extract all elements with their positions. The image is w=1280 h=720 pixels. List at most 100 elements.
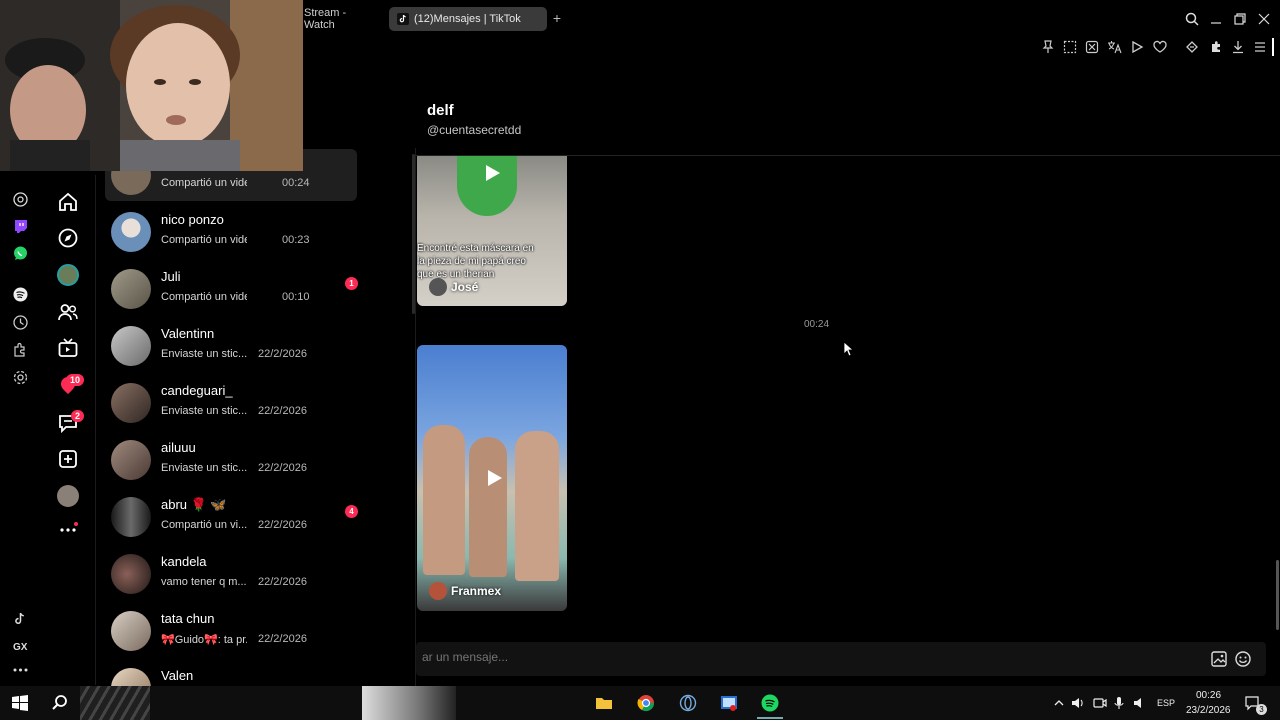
chat-contact-handle[interactable]: @cuentasecretdd	[427, 123, 521, 137]
conversation-name: abru 🌹 🦋	[161, 497, 227, 512]
webcam-overlay	[0, 0, 303, 171]
download-icon[interactable]	[1230, 39, 1246, 55]
conversation-time: 22/2/2026	[258, 405, 307, 417]
search-icon[interactable]	[1184, 11, 1200, 27]
author-avatar	[429, 278, 447, 296]
conversation-time: 22/2/2026	[258, 462, 307, 474]
twitch-icon[interactable]	[12, 218, 29, 235]
messages-badge: 2	[71, 410, 85, 422]
pin-icon[interactable]	[1040, 39, 1056, 55]
search-icon[interactable]	[51, 694, 69, 712]
conversation-valen[interactable]: Valen	[105, 662, 357, 686]
conversation-abru[interactable]: abru 🌹 🦋 Compartió un vi... 22/2/2026 4	[105, 491, 358, 543]
close-icon[interactable]	[1256, 11, 1272, 27]
conversation-juli[interactable]: Juli Compartió un video 00:10 1	[105, 263, 358, 315]
emoji-icon[interactable]	[1234, 650, 1252, 668]
conversation-name: nico ponzo	[161, 212, 224, 227]
conversation-snippet: Enviaste un stic...	[161, 462, 247, 474]
avatar	[111, 611, 151, 651]
video-caption: Encontré esta máscara en la pieza de mi …	[417, 242, 567, 281]
video-author: José	[429, 278, 478, 296]
author-avatar	[429, 582, 447, 600]
new-tab-button[interactable]: +	[549, 10, 565, 26]
language-indicator[interactable]: ESP	[1157, 698, 1175, 708]
whatsapp-icon[interactable]	[12, 245, 29, 262]
clock-date[interactable]: 23/2/2026	[1186, 705, 1231, 716]
heart-icon[interactable]	[1152, 39, 1168, 55]
upload-icon[interactable]	[57, 448, 79, 470]
explore-icon[interactable]	[57, 227, 79, 249]
file-explorer-icon[interactable]	[595, 694, 613, 712]
volume-icon[interactable]	[1071, 694, 1085, 712]
conversation-kandela[interactable]: kandela vamo tener q m... 22/2/2026	[105, 548, 357, 600]
shared-video-card[interactable]: Encontré esta máscara en la pieza de mi …	[417, 156, 567, 306]
author-name: José	[451, 280, 479, 294]
home-icon[interactable]	[57, 191, 79, 213]
conversation-name: kandela	[161, 554, 207, 569]
chevron-up-icon[interactable]	[1053, 694, 1065, 712]
profile-icon[interactable]	[57, 485, 79, 507]
speaker-icon[interactable]	[1133, 694, 1147, 712]
play-icon	[486, 165, 500, 181]
app-icon[interactable]	[679, 694, 697, 712]
extensions-icon[interactable]	[1184, 39, 1200, 55]
player-icon[interactable]	[1129, 39, 1145, 55]
list-scrollbar[interactable]	[412, 154, 415, 314]
menu-icon[interactable]	[1252, 39, 1268, 55]
chatgpt-icon[interactable]	[12, 191, 29, 208]
conversation-ailuuu[interactable]: ailuuu Enviaste un stic... 22/2/2026	[105, 434, 357, 486]
avatar	[111, 668, 151, 686]
blocker-icon[interactable]	[1084, 39, 1100, 55]
more-icon[interactable]	[57, 519, 79, 541]
conversation-snippet: Enviaste un stic...	[161, 348, 247, 360]
clock-time[interactable]: 00:26	[1196, 690, 1221, 701]
history-icon[interactable]	[12, 314, 29, 331]
camera-icon[interactable]	[1093, 694, 1107, 712]
spotify-icon[interactable]	[761, 694, 779, 712]
message-composer	[416, 642, 1266, 676]
conversation-nico-ponzo[interactable]: nico ponzo Compartió un video 00:23	[105, 206, 357, 258]
puzzle-icon[interactable]	[1208, 39, 1224, 55]
friends-icon[interactable]	[57, 301, 79, 323]
webcam-video	[0, 0, 303, 171]
image-attach-icon[interactable]	[1210, 650, 1228, 668]
avatar-icon[interactable]	[57, 264, 79, 286]
avatar	[111, 269, 151, 309]
avatar	[111, 383, 151, 423]
minimize-icon[interactable]	[1208, 11, 1224, 27]
extensions-icon[interactable]	[12, 341, 29, 358]
play-icon	[488, 470, 502, 486]
conversation-valentinn[interactable]: Valentinn Enviaste un stic... 22/2/2026	[105, 320, 357, 372]
shared-video-card[interactable]: Franmex	[417, 345, 567, 611]
translate-icon[interactable]	[1106, 39, 1122, 55]
gx-logo[interactable]: GX	[13, 642, 27, 653]
caption-line: Encontré esta máscara en	[417, 243, 534, 254]
tab-title: (12)Mensajes | TikTok	[414, 13, 521, 25]
chrome-icon[interactable]	[637, 694, 655, 712]
chat-contact-name[interactable]: delf	[427, 102, 454, 119]
conversation-snippet: Enviaste un stic...	[161, 405, 247, 417]
more-icon[interactable]	[12, 666, 29, 674]
recorder-icon[interactable]	[720, 694, 738, 712]
microphone-icon[interactable]	[1113, 694, 1125, 712]
chat-scrollbar[interactable]	[1276, 560, 1279, 630]
live-icon[interactable]	[57, 337, 79, 359]
snapshot-icon[interactable]	[1062, 39, 1078, 55]
conversation-candeguari[interactable]: candeguari_ Enviaste un stic... 22/2/202…	[105, 377, 357, 429]
message-input[interactable]	[422, 650, 1122, 664]
tab-tiktok-messages[interactable]: (12)Mensajes | TikTok	[389, 7, 547, 31]
video-thumbnail-figure	[423, 425, 465, 575]
avatar	[111, 554, 151, 594]
activity-badge: 10	[66, 374, 85, 386]
windows-start-icon[interactable]	[11, 694, 29, 712]
tab-stream-watch[interactable]: Stream - Watch	[296, 7, 384, 31]
spotify-icon[interactable]	[12, 286, 29, 303]
conversation-snippet: Compartió un video	[161, 234, 247, 246]
restore-icon[interactable]	[1232, 11, 1248, 27]
gx-sidebar: GX	[0, 175, 40, 685]
conversation-list: delf Compartió un video 00:24 nico ponzo…	[97, 148, 416, 686]
conversation-tata-chun[interactable]: tata chun 🎀Guido🎀: ta pr... 22/2/2026	[105, 605, 357, 657]
tiktok-icon[interactable]	[13, 612, 27, 626]
conversation-time: 22/2/2026	[258, 519, 307, 531]
settings-icon[interactable]	[12, 369, 29, 386]
